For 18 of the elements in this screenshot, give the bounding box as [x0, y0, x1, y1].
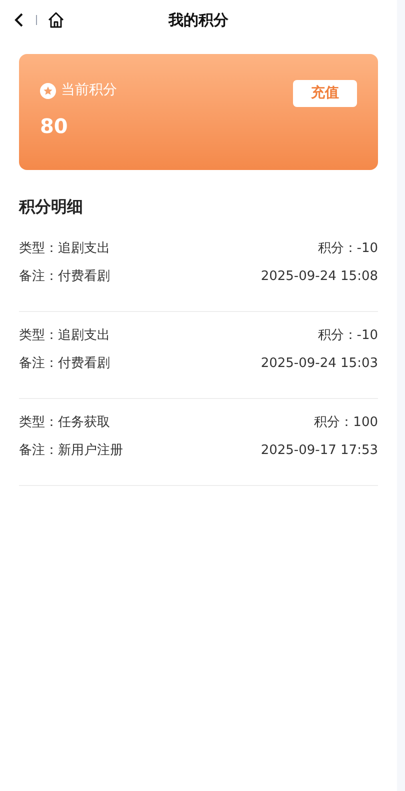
record-type: 类型：追剧支出 [19, 327, 110, 345]
record-points: 积分：-10 [318, 240, 378, 258]
recharge-button[interactable]: 充值 [293, 80, 357, 107]
page-title: 我的积分 [168, 10, 228, 31]
record-time: 2025-09-24 15:03 [260, 354, 378, 372]
record-note: 备注：新用户注册 [19, 442, 123, 460]
record-time: 2025-09-17 17:53 [260, 442, 378, 460]
record-points: 积分：100 [314, 414, 378, 432]
record-type: 类型：任务获取 [19, 414, 110, 432]
record-note: 备注：付费看剧 [19, 354, 110, 372]
home-icon[interactable] [47, 11, 65, 29]
record-note: 备注：付费看剧 [19, 268, 110, 286]
points-label: 当前积分 [61, 81, 117, 100]
record-type: 类型：追剧支出 [19, 240, 110, 258]
record-points: 积分：-10 [318, 327, 378, 345]
section-title: 积分明细 [19, 196, 84, 218]
record-time: 2025-09-24 15:08 [260, 268, 378, 286]
points-value: 80 [40, 113, 69, 140]
